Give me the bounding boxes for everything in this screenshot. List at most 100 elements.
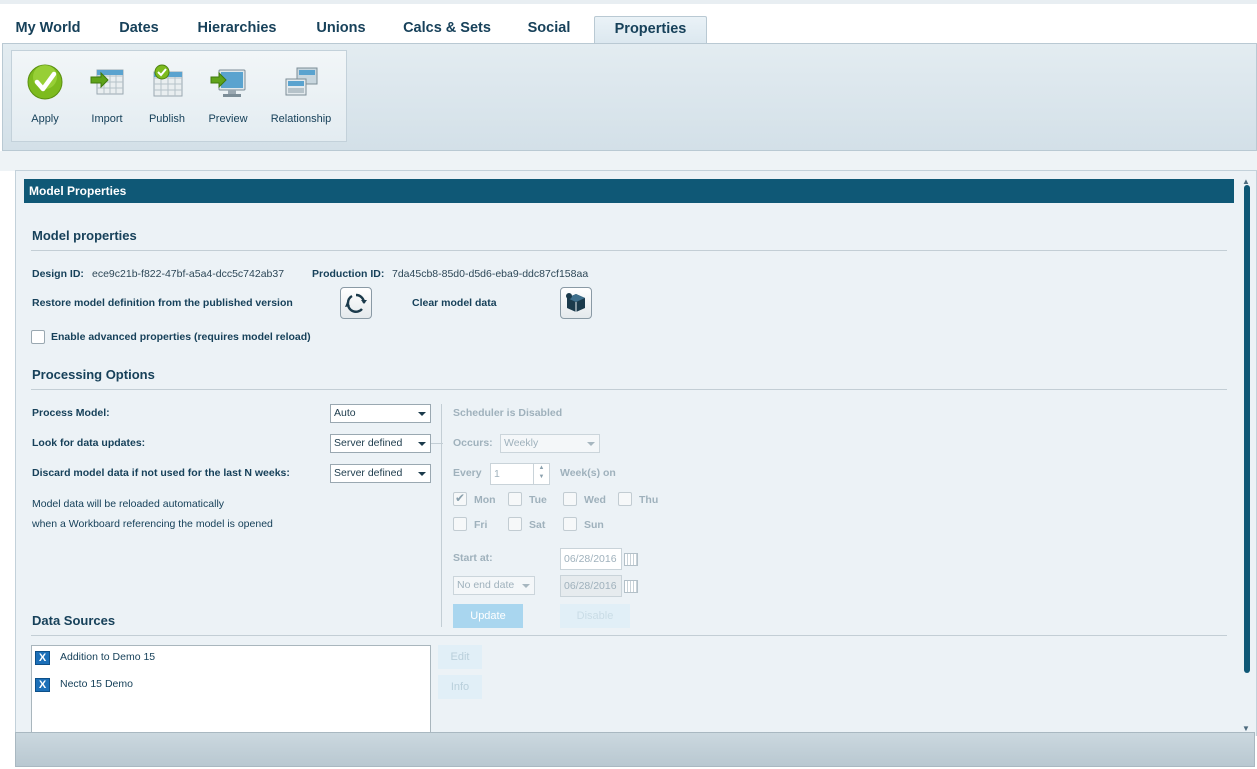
ribbon-group: Apply Import Publish Preview Relationshi… bbox=[11, 50, 347, 142]
connector-line bbox=[431, 443, 443, 444]
calendar-icon[interactable] bbox=[624, 553, 638, 566]
occurs-label: Occurs: bbox=[453, 437, 493, 449]
tab-label: Social bbox=[527, 20, 571, 36]
section-divider bbox=[31, 250, 1227, 251]
day-tue-checkbox[interactable] bbox=[508, 492, 522, 506]
checkmark-icon bbox=[26, 63, 64, 101]
look-updates-select[interactable]: Server defined bbox=[330, 434, 431, 453]
restore-button[interactable] bbox=[340, 287, 372, 319]
day-fri-label: Fri bbox=[474, 519, 488, 531]
scheduler-divider bbox=[441, 404, 442, 627]
list-item[interactable]: X Addition to Demo 15 bbox=[32, 648, 430, 668]
apply-button[interactable]: Apply bbox=[20, 63, 70, 135]
processing-options-heading: Processing Options bbox=[32, 367, 155, 382]
end-date-input[interactable]: 06/28/2016 bbox=[560, 575, 622, 597]
day-mon-label: Mon bbox=[474, 494, 496, 506]
data-sources-heading: Data Sources bbox=[32, 613, 116, 628]
data-sources-list: X Addition to Demo 15 X Necto 15 Demo bbox=[31, 645, 431, 737]
publish-button[interactable]: Publish bbox=[142, 63, 192, 135]
reload-note-line1: Model data will be reloaded automaticall… bbox=[32, 498, 225, 510]
day-sun-checkbox[interactable] bbox=[563, 517, 577, 531]
day-wed-label: Wed bbox=[584, 494, 606, 506]
chevron-down-icon bbox=[522, 584, 530, 588]
relationship-label: Relationship bbox=[270, 113, 332, 125]
discard-value: Server defined bbox=[334, 467, 403, 479]
scheduler-status: Scheduler is Disabled bbox=[453, 407, 563, 419]
production-id-label: Production ID: bbox=[312, 268, 385, 280]
occurs-value: Weekly bbox=[504, 437, 539, 449]
tab-bar: My World Dates Hierarchies Unions Calcs … bbox=[0, 0, 1257, 48]
relationship-button[interactable]: Relationship bbox=[268, 63, 334, 135]
relationship-icon bbox=[282, 63, 320, 101]
section-divider bbox=[31, 389, 1227, 390]
vertical-scrollbar[interactable]: ▲ ▼ bbox=[1242, 177, 1251, 735]
chevron-down-icon bbox=[587, 442, 595, 446]
day-thu-checkbox[interactable] bbox=[618, 492, 632, 506]
model-properties-panel: Model Properties ▲ ▼ Model properties De… bbox=[15, 170, 1257, 737]
refresh-icon bbox=[345, 293, 367, 313]
advanced-properties-checkbox[interactable] bbox=[31, 330, 45, 344]
tab-label: Hierarchies bbox=[197, 20, 277, 36]
section-divider bbox=[31, 635, 1227, 636]
day-mon-checkbox[interactable] bbox=[453, 491, 467, 506]
tab-label: My World bbox=[15, 20, 81, 36]
tab-label: Calcs & Sets bbox=[403, 20, 491, 36]
look-updates-label: Look for data updates: bbox=[32, 437, 146, 449]
disable-button[interactable]: Disable bbox=[560, 604, 630, 628]
footer-bar bbox=[15, 732, 1255, 767]
import-label: Import bbox=[91, 113, 123, 125]
publish-icon bbox=[148, 63, 186, 101]
publish-label: Publish bbox=[148, 113, 186, 125]
separator-strip bbox=[0, 151, 1257, 171]
update-button[interactable]: Update bbox=[453, 604, 523, 628]
day-wed-checkbox[interactable] bbox=[563, 492, 577, 506]
import-button[interactable]: Import bbox=[82, 63, 132, 135]
scroll-thumb[interactable] bbox=[1244, 185, 1250, 673]
start-date-value: 06/28/2016 bbox=[564, 553, 617, 565]
clear-data-button[interactable] bbox=[560, 287, 592, 319]
day-thu-label: Thu bbox=[639, 494, 659, 506]
weeks-on-label: Week(s) on bbox=[560, 467, 616, 479]
info-button[interactable]: Info bbox=[438, 675, 482, 699]
start-date-input[interactable]: 06/28/2016 bbox=[560, 548, 622, 570]
chevron-down-icon bbox=[418, 442, 426, 446]
clear-data-label: Clear model data bbox=[412, 297, 497, 309]
model-properties-heading: Model properties bbox=[32, 228, 137, 243]
calendar-icon[interactable] bbox=[624, 580, 638, 593]
process-model-label: Process Model: bbox=[32, 407, 110, 419]
advanced-properties-label: Enable advanced properties (requires mod… bbox=[51, 331, 311, 343]
end-option-select[interactable]: No end date bbox=[453, 576, 535, 595]
cube-icon bbox=[566, 293, 585, 312]
tab-label: Dates bbox=[119, 20, 159, 36]
every-value: 1 bbox=[494, 468, 500, 480]
day-tue-label: Tue bbox=[529, 494, 547, 506]
process-model-select[interactable]: Auto bbox=[330, 404, 431, 423]
restore-label: Restore model definition from the publis… bbox=[32, 297, 293, 309]
preview-icon bbox=[209, 63, 247, 101]
occurs-select[interactable]: Weekly bbox=[500, 434, 600, 453]
design-id-label: Design ID: bbox=[32, 268, 84, 280]
apply-label: Apply bbox=[31, 113, 59, 125]
import-icon bbox=[88, 63, 126, 101]
discard-select[interactable]: Server defined bbox=[330, 464, 431, 483]
start-at-label: Start at: bbox=[453, 552, 493, 564]
preview-button[interactable]: Preview bbox=[203, 63, 253, 135]
day-sat-label: Sat bbox=[529, 519, 546, 531]
day-sat-checkbox[interactable] bbox=[508, 517, 522, 531]
stepper-arrows-icon[interactable]: ▲ ▼ bbox=[533, 464, 549, 484]
discard-label: Discard model data if not used for the l… bbox=[32, 467, 290, 479]
ribbon: Apply Import Publish Preview Relationshi… bbox=[2, 43, 1257, 151]
preview-label: Preview bbox=[208, 113, 248, 125]
process-model-value: Auto bbox=[334, 407, 356, 419]
day-fri-checkbox[interactable] bbox=[453, 517, 467, 531]
design-id-value: ece9c21b-f822-47bf-a5a4-dcc5c742ab37 bbox=[92, 268, 285, 280]
data-source-name: Necto 15 Demo bbox=[60, 678, 133, 690]
look-updates-value: Server defined bbox=[334, 437, 403, 449]
list-item[interactable]: X Necto 15 Demo bbox=[32, 675, 430, 695]
production-id-value: 7da45cb8-85d0-d5d6-eba9-ddc87cf158aa bbox=[392, 268, 589, 280]
data-source-name: Addition to Demo 15 bbox=[60, 651, 156, 663]
edit-button[interactable]: Edit bbox=[438, 645, 482, 669]
tab-label: Properties bbox=[614, 21, 687, 37]
every-stepper[interactable]: 1 ▲ ▼ bbox=[490, 463, 550, 485]
panel-title: Model Properties bbox=[24, 179, 1234, 203]
